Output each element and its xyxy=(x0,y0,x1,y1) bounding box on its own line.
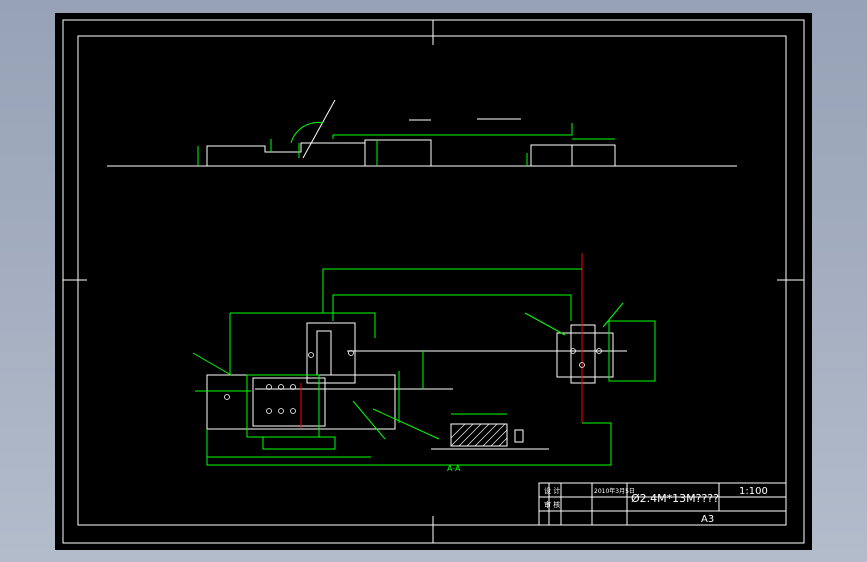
drawing-scale: 1:100 xyxy=(739,486,768,497)
section-hatching xyxy=(450,423,508,447)
drawing-title: Ø2.4M*13M???? xyxy=(631,492,719,505)
leader-line xyxy=(352,400,386,440)
leader-line xyxy=(524,312,566,336)
checker-label: 审 核 xyxy=(544,500,560,509)
sheet-size: A3 xyxy=(701,514,714,525)
section-lug xyxy=(514,429,524,443)
bolt-holes xyxy=(224,348,602,414)
hatched-section xyxy=(450,423,508,447)
bolt-hole xyxy=(266,408,272,414)
plan-view xyxy=(192,253,656,466)
right-base-outline xyxy=(530,144,616,166)
left-foundation-inner xyxy=(252,377,326,427)
designer-label: 设 计 xyxy=(544,486,560,495)
section-label: A-A xyxy=(447,464,461,473)
bolt-hole xyxy=(278,408,284,414)
dimension-chain xyxy=(332,294,572,321)
tower-column-inner xyxy=(316,330,332,376)
left-base-outline xyxy=(206,142,366,166)
bolt-hole xyxy=(308,352,314,358)
right-foundation-inner xyxy=(570,324,596,384)
dimension-line xyxy=(332,123,573,139)
inclined-member xyxy=(302,99,336,159)
bolt-hole xyxy=(224,394,230,400)
center-base-outline xyxy=(364,139,432,166)
dimension-chain xyxy=(322,268,582,313)
leader-line xyxy=(192,352,232,376)
leader-line xyxy=(602,302,624,328)
cad-drawing-viewport[interactable]: 设 计 审 核 2010年3月5日 Ø2.4M*13M???? 1:100 A3 xyxy=(55,13,812,550)
dimension-box xyxy=(262,436,336,450)
leader-line xyxy=(372,408,440,440)
angle-dimension-arc xyxy=(290,122,324,144)
drawing-date: 2010年3月5日 xyxy=(594,487,635,495)
dimension-box xyxy=(246,374,320,438)
drawing-sheet: 设 计 审 核 2010年3月5日 Ø2.4M*13M???? 1:100 A3 xyxy=(62,19,805,544)
bolt-hole xyxy=(290,408,296,414)
elevation-view xyxy=(107,99,737,167)
title-block-text: 设 计 审 核 2010年3月5日 Ø2.4M*13M???? 1:100 A3 xyxy=(544,486,768,525)
right-foundation xyxy=(556,332,614,378)
inner-frame xyxy=(77,35,787,526)
